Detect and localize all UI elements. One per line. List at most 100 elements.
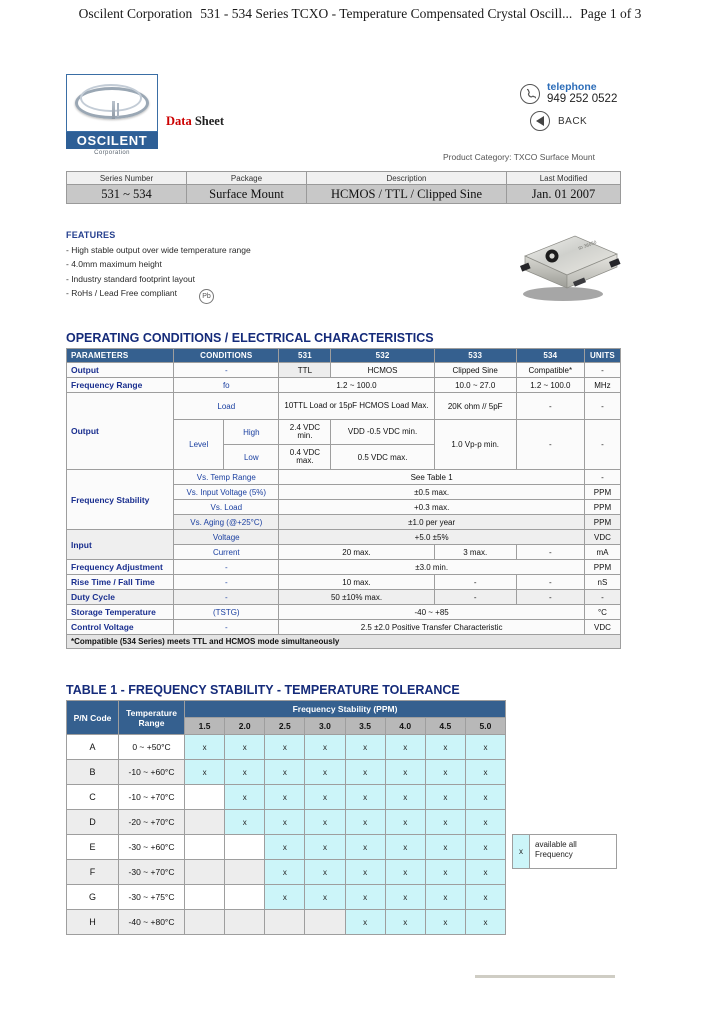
- spec-high-531: 2.4 VDC min.: [278, 419, 332, 445]
- t1-cell-ppm-2-0: x: [224, 784, 266, 810]
- spec-header-row: PARAMETERS CONDITIONS 531 532 533 534 UN…: [65, 348, 622, 363]
- t1-cell-ppm-4-0: x: [384, 809, 426, 835]
- t1-row-b: B -10 ~ +60°C x x x x x x x x: [66, 759, 507, 785]
- back-button[interactable]: BACK: [530, 111, 670, 132]
- t1-cell-ppm-3-0: [304, 909, 346, 935]
- t1-cell-ppm-4-5: x: [424, 784, 466, 810]
- spec-output-534: Compatible*: [515, 362, 585, 378]
- spec-freqrange-533: 10.0 ~ 27.0: [433, 377, 517, 393]
- t1-row-e: E -30 ~ +60°C x x x x x x: [66, 834, 507, 860]
- t1-cell-ppm-2-5: x: [264, 759, 306, 785]
- t1-header-row-1: P/N Code Temperature Range Frequency Sta…: [66, 700, 506, 735]
- t1-header-ppm-2-5: 2.5: [264, 717, 306, 735]
- spec-param-duty-cycle: Duty Cycle: [65, 589, 175, 605]
- spec-param-output-group: Output: [65, 392, 175, 470]
- t1-cell-ppm-1-5: [183, 859, 226, 885]
- t1-cell-ppm-5-0: x: [464, 809, 507, 835]
- t1-cell-ppm-4-5: x: [424, 809, 466, 835]
- spec-output-532: HCMOS: [330, 362, 435, 378]
- series-summary-table: Series Number Package Description Last M…: [66, 171, 621, 204]
- t1-cell-ppm-3-0: x: [304, 809, 346, 835]
- t1-cell-ppm-2-5: x: [264, 884, 306, 910]
- spec-row-footnote: *Compatible (534 Series) meets TTL and H…: [66, 634, 621, 649]
- spec-current-531-532: 20 max.: [278, 544, 435, 560]
- t1-header-pn-code: P/N Code: [66, 700, 119, 735]
- spec-vs-temp-value: See Table 1: [278, 469, 585, 485]
- t1-cell-pn-code: A: [66, 734, 119, 760]
- spec-control-value: 2.5 ±2.0 Positive Transfer Characteristi…: [278, 619, 585, 635]
- t1-body: A0 ~ +50°C x x x x x x x x B -10 ~ +60°C x x x x x x x x C -…: [66, 734, 507, 935]
- spec-row-vs-temp: Frequency Stability Vs. Temp Range See T…: [65, 469, 622, 530]
- t1-cell-temperature-range: -30 ~ +60°C: [118, 834, 185, 860]
- spec-header-parameters: PARAMETERS: [65, 348, 175, 363]
- spec-output-533: Clipped Sine: [433, 362, 517, 378]
- t1-cell-ppm-5-0: x: [464, 884, 507, 910]
- spec-storage-value: -40 ~ +85: [278, 604, 585, 620]
- section-title-operating-conditions: OPERATING CONDITIONS / ELECTRICAL CHARAC…: [66, 331, 434, 345]
- t1-cell-ppm-3-5: x: [344, 909, 386, 935]
- spec-level-units: -: [583, 419, 622, 470]
- spec-storage-units: °C: [583, 604, 622, 620]
- logo-name: OSCILENT: [66, 132, 158, 149]
- series-header-description: Description: [306, 171, 507, 185]
- spec-cond-output: -: [173, 362, 280, 378]
- spec-duty-531-532: 50 ±10% max.: [278, 589, 435, 605]
- t1-cell-ppm-3-5: x: [344, 834, 386, 860]
- spec-freqrange-531-532: 1.2 ~ 100.0: [278, 377, 435, 393]
- t1-cell-pn-code: F: [66, 859, 119, 885]
- t1-header-ppm-3-5: 3.5: [344, 717, 386, 735]
- spec-sub-current: Current: [173, 544, 280, 560]
- t1-cell-temperature-range: -20 ~ +70°C: [118, 809, 185, 835]
- spec-row-output: Output - TTL HCMOS Clipped Sine Compatib…: [65, 362, 622, 378]
- spec-sub-vs-input-voltage: Vs. Input Voltage (5%): [173, 484, 280, 500]
- t1-cell-temperature-range: -30 ~ +70°C: [118, 859, 185, 885]
- t1-cell-ppm-4-0: x: [384, 784, 426, 810]
- t1-cell-ppm-4-5: x: [424, 909, 466, 935]
- t1-cell-ppm-1-5: [183, 809, 226, 835]
- needle-secondary-icon: [117, 103, 119, 117]
- t1-cell-temperature-range: -40 ~ +80°C: [118, 909, 185, 935]
- series-value-row: 531 ~ 534 Surface Mount HCMOS / TTL / Cl…: [66, 184, 621, 204]
- t1-cell-ppm-2-0: x: [224, 809, 266, 835]
- spec-low-531: 0.4 VDC max.: [278, 444, 332, 470]
- spec-duty-534: -: [515, 589, 585, 605]
- t1-cell-temperature-range: 0 ~ +50°C: [118, 734, 185, 760]
- t1-cell-ppm-2-5: x: [264, 809, 306, 835]
- data-sheet-word-sheet: Sheet: [194, 114, 224, 128]
- t1-cell-ppm-5-0: x: [464, 834, 507, 860]
- t1-row-g: G -30 ~ +75°C x x x x x x: [66, 884, 507, 910]
- t1-cell-ppm-4-0: x: [384, 834, 426, 860]
- spec-freqrange-units: MHz: [583, 377, 622, 393]
- t1-cell-ppm-5-0: x: [464, 859, 507, 885]
- spec-sub-low: Low: [223, 444, 280, 470]
- back-arrow-icon[interactable]: [530, 111, 550, 132]
- t1-cell-ppm-1-5: [183, 909, 226, 935]
- spec-cond-rise-fall-time: -: [173, 574, 280, 590]
- spec-sub-vs-aging: Vs. Aging (@+25°C): [173, 514, 280, 530]
- series-header-row: Series Number Package Description Last M…: [66, 171, 621, 185]
- spec-row-output-load: Output Load 10TTL Load or 15pF HCMOS Loa…: [65, 392, 622, 470]
- t1-cell-temperature-range: -10 ~ +60°C: [118, 759, 185, 785]
- spec-freqadj-value: ±3.0 min.: [278, 559, 585, 575]
- t1-cell-ppm-3-5: x: [344, 859, 386, 885]
- t1-cell-ppm-2-0: x: [224, 734, 266, 760]
- t1-cell-ppm-3-0: x: [304, 759, 346, 785]
- spec-vs-temp-units: -: [583, 469, 622, 485]
- spec-vs-load-units: PPM: [583, 499, 622, 515]
- needle-icon: [112, 101, 115, 119]
- spec-row-frequency-range: Frequency Range fo 1.2 ~ 100.0 10.0 ~ 27…: [65, 377, 622, 393]
- t1-cell-ppm-2-0: [224, 884, 266, 910]
- t1-header-ppm-4-5: 4.5: [424, 717, 466, 735]
- spec-current-units: mA: [583, 544, 622, 560]
- spec-voltage-value: +5.0 ±5%: [278, 529, 585, 545]
- spec-header-531: 531: [278, 348, 332, 363]
- t1-cell-ppm-4-5: x: [424, 859, 466, 885]
- t1-cell-ppm-3-0: x: [304, 859, 346, 885]
- feature-item-1: - High stable output over wide temperatu…: [66, 244, 251, 255]
- company-logo[interactable]: OSCILENT Corporation: [66, 74, 158, 156]
- t1-cell-ppm-5-0: x: [464, 909, 507, 935]
- legend-line-2: Frequency: [535, 850, 573, 859]
- spec-risefall-534: -: [515, 574, 585, 590]
- t1-header-ppm-4-0: 4.0: [384, 717, 426, 735]
- spec-cond-frequency-adjustment: -: [173, 559, 280, 575]
